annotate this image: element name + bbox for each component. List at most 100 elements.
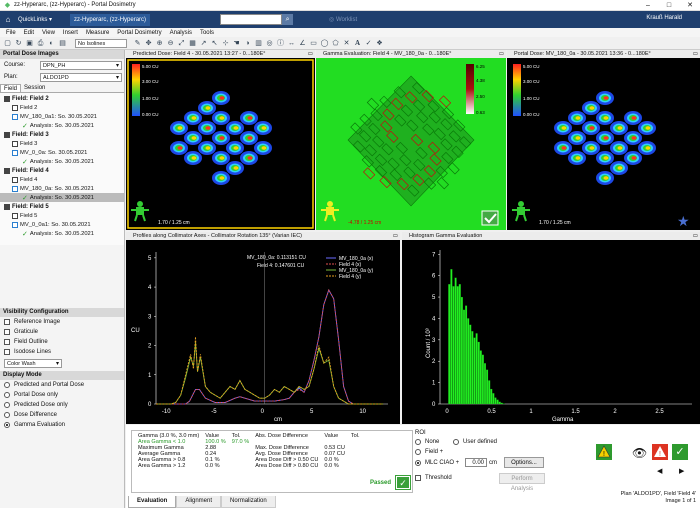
tree-item[interactable]: MV_180_0a1: So. 30.05.2021 <box>0 112 124 121</box>
search-input[interactable] <box>220 14 283 25</box>
refresh-icon[interactable]: ↻ <box>14 39 23 48</box>
perform-analysis-button[interactable]: Perform Analysis <box>499 472 545 492</box>
graticule-checkbox[interactable]: Graticule <box>0 327 124 337</box>
tab-normalization[interactable]: Normalization <box>221 496 276 508</box>
display-mode-radio[interactable]: Dose Difference <box>0 410 124 420</box>
gamma-evaluation-panel[interactable]: Gamma Evaluation: Field 4 - MV_180_0a - … <box>316 50 506 230</box>
roi-none-radio[interactable] <box>415 439 421 445</box>
home-icon[interactable]: ⌂ <box>0 11 16 28</box>
rectangle-icon[interactable]: ▭ <box>309 39 318 48</box>
tree-item[interactable]: Field 2 <box>0 103 124 112</box>
user-name[interactable]: Krauß Harald <box>646 15 682 21</box>
new-icon[interactable]: ▢ <box>3 39 12 48</box>
display-mode-radio[interactable]: Gamma Evaluation <box>0 420 124 430</box>
display-mode-radio[interactable]: Predicted and Portal Dose <box>0 380 124 390</box>
histogram-panel[interactable]: Histogram Gamma Evaluation ▭ Count / 10³ … <box>402 232 700 424</box>
isolines-select[interactable]: No Isolines <box>75 38 127 48</box>
tree-item[interactable]: Field 4 <box>0 175 124 184</box>
roi-user-radio[interactable] <box>453 439 459 445</box>
save-icon[interactable]: ▣ <box>25 39 34 48</box>
angle-icon[interactable]: ∠ <box>298 39 307 48</box>
maximize-icon[interactable]: ▭ <box>308 50 313 58</box>
tree-item[interactable]: ✓ Analysis: So. 30.05.2021 <box>0 157 124 166</box>
text-icon[interactable]: A <box>353 39 362 48</box>
cross-icon[interactable]: ✕ <box>342 39 351 48</box>
contrast-icon[interactable]: ◑ <box>243 39 252 48</box>
color-mode-select[interactable]: Color Wash <box>4 359 62 368</box>
patient-tab[interactable]: zz-Hyperarc, (zz-Hyperarc) <box>70 13 151 26</box>
ellipse-icon[interactable]: ◯ <box>320 39 329 48</box>
tab-session[interactable]: Session <box>21 84 48 92</box>
distance-icon[interactable]: ↔ <box>287 39 296 48</box>
tree-item[interactable]: ✓ Analysis: So. 30.05.2021 <box>0 193 124 202</box>
info-icon[interactable]: ⓘ <box>276 39 285 48</box>
field-outline-checkbox[interactable]: Field Outline <box>0 337 124 347</box>
menu-portal-dosimetry[interactable]: Portal Dosimetry <box>117 30 161 36</box>
menu-insert[interactable]: Insert <box>63 30 78 36</box>
alert-icon[interactable]: ! <box>652 444 668 460</box>
tab-field[interactable]: Field <box>0 84 22 92</box>
profile-panel[interactable]: Profiles along Collimator Axes - Collima… <box>126 232 400 424</box>
display-mode-radio[interactable]: Portal Dose only <box>0 390 124 400</box>
maximize-button[interactable]: □ <box>659 0 679 11</box>
tree-item[interactable]: Field 3 <box>0 139 124 148</box>
eye-icon[interactable]: 👁 <box>632 446 647 460</box>
tree-item[interactable]: MV_0_0a: So. 30.05.2021 <box>0 148 124 157</box>
grid-icon[interactable]: ▦ <box>188 39 197 48</box>
tree-item[interactable]: ✓ Analysis: So. 30.05.2021 <box>0 121 124 130</box>
tree-field-2[interactable]: Field: Field 2 <box>0 94 124 103</box>
tree-item[interactable]: ✓ Analysis: So. 30.05.2021 <box>0 229 124 238</box>
polygon-icon[interactable]: ⬠ <box>331 39 340 48</box>
menu-edit[interactable]: Edit <box>24 30 34 36</box>
tab-alignment[interactable]: Alignment <box>176 496 222 508</box>
menu-measure[interactable]: Measure <box>86 30 109 36</box>
threshold-checkbox[interactable] <box>415 475 421 481</box>
window-level-icon[interactable]: ◐ <box>47 39 56 48</box>
portal-dose-panel[interactable]: Portal Dose: MV_180_0a - 30.05.2021 13:3… <box>507 50 700 230</box>
cursor-icon[interactable]: ⊹ <box>221 39 230 48</box>
isodose-lines-checkbox[interactable]: Isodose Lines <box>0 347 124 357</box>
star-icon[interactable]: ★ <box>677 213 690 229</box>
target-icon[interactable]: ◎ <box>265 39 274 48</box>
tree-item[interactable]: MV_0_0a1: So. 30.05.2021 <box>0 220 124 229</box>
layout-icon[interactable]: ▤ <box>58 39 67 48</box>
next-arrow[interactable]: ▶ <box>679 467 684 475</box>
close-button[interactable]: ✕ <box>680 0 700 11</box>
maximize-icon[interactable]: ▭ <box>499 50 504 58</box>
previous-arrow[interactable]: ◀ <box>657 467 662 475</box>
roi-mlc-radio[interactable] <box>415 459 421 466</box>
zoom-out-icon[interactable]: ⊖ <box>166 39 175 48</box>
approved-check-icon[interactable] <box>481 210 499 226</box>
check-icon[interactable]: ✓ <box>364 39 373 48</box>
course-select[interactable]: DPN_PH <box>40 60 122 70</box>
hand-icon[interactable]: ☚ <box>232 39 241 48</box>
maximize-icon[interactable]: ▭ <box>693 232 698 240</box>
search-icon[interactable]: ⌕ <box>282 14 294 25</box>
tree-item[interactable]: Field 5 <box>0 211 124 220</box>
plan-select[interactable]: ALDO1PD <box>40 72 122 82</box>
tree-item[interactable]: MV_180_0a: So. 30.05.2021 <box>0 184 124 193</box>
menu-view[interactable]: View <box>42 30 55 36</box>
roi-field-radio[interactable] <box>415 449 421 455</box>
pan-icon[interactable]: ✥ <box>144 39 153 48</box>
minimize-button[interactable]: – <box>638 0 658 11</box>
zoom-icon[interactable]: ⊕ <box>155 39 164 48</box>
tree-field-4[interactable]: Field: Field 4 <box>0 166 124 175</box>
tree-field-5[interactable]: Field: Field 5 <box>0 202 124 211</box>
pointer-icon[interactable]: ↖ <box>210 39 219 48</box>
layers-icon[interactable]: ❖ <box>375 39 384 48</box>
mlc-margin-input[interactable]: 0.00 <box>465 458 487 467</box>
quicklinks-menu[interactable]: QuickLinks ▾ <box>18 16 52 23</box>
menu-tools[interactable]: Tools <box>200 30 214 36</box>
reference-image-checkbox[interactable]: Reference Image <box>0 317 124 327</box>
warning-icon[interactable]: ! <box>596 444 612 460</box>
approve-icon[interactable]: ✓ <box>672 444 688 460</box>
maximize-icon[interactable]: ▭ <box>393 232 398 240</box>
print-icon[interactable]: ⎙ <box>36 39 45 48</box>
maximize-icon[interactable]: ▭ <box>693 50 698 58</box>
display-mode-radio[interactable]: Predicted Dose only <box>0 400 124 410</box>
menu-analysis[interactable]: Analysis <box>170 30 192 36</box>
histogram-icon[interactable]: ▥ <box>254 39 263 48</box>
wrench-icon[interactable]: ✎ <box>133 39 142 48</box>
profile-icon[interactable]: ↗ <box>199 39 208 48</box>
